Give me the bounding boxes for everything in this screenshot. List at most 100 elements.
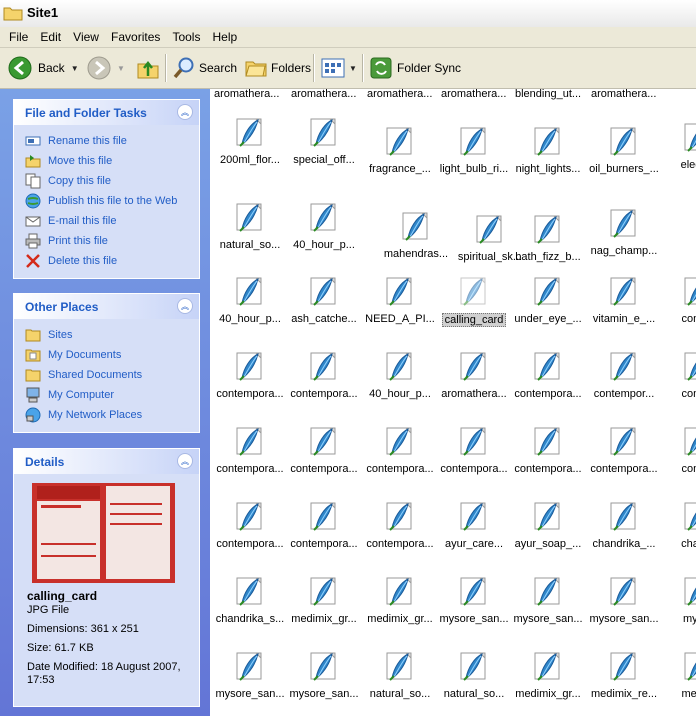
collapse-chevron-icon[interactable]: ︽ bbox=[177, 298, 193, 314]
file-item[interactable]: chandr bbox=[660, 500, 696, 550]
file-item[interactable]: contempora... bbox=[212, 500, 288, 550]
back-button[interactable]: Back ▼ bbox=[8, 48, 79, 88]
file-name-label: contempora... bbox=[216, 463, 284, 475]
file-item[interactable]: mysore_san... bbox=[510, 575, 586, 625]
file-list-view[interactable]: aromathera... aromathera... aromathera... a… bbox=[210, 89, 696, 716]
file-item[interactable]: NEED_A_PI... bbox=[362, 275, 438, 325]
file-item[interactable]: contempora... bbox=[362, 500, 438, 550]
menu-view[interactable]: View bbox=[73, 27, 99, 47]
views-button[interactable]: ▼ bbox=[321, 48, 357, 88]
place-shared-documents-link[interactable]: Shared Documents bbox=[25, 365, 199, 385]
file-item-label[interactable]: aromathera... bbox=[591, 89, 656, 100]
file-item[interactable]: contempora... bbox=[510, 350, 586, 400]
file-item[interactable]: aromathera... bbox=[436, 350, 512, 400]
file-item[interactable]: mysore_san... bbox=[212, 650, 288, 700]
details-file-name: calling_card bbox=[27, 589, 98, 603]
file-item[interactable]: bath_fizz_b... bbox=[510, 213, 586, 263]
up-folder-button[interactable] bbox=[136, 48, 160, 88]
delete-file-link[interactable]: Delete this file bbox=[25, 251, 199, 271]
menu-help[interactable]: Help bbox=[213, 27, 238, 47]
file-item[interactable]: contempora... bbox=[212, 425, 288, 475]
file-item[interactable]: medimix_re... bbox=[586, 650, 662, 700]
file-item[interactable]: light_bulb_ri... bbox=[436, 125, 512, 175]
collapse-chevron-icon[interactable]: ︽ bbox=[177, 453, 193, 469]
file-item-label[interactable]: aromathera... bbox=[441, 89, 506, 100]
file-item-label[interactable]: aromathera... bbox=[291, 89, 356, 100]
file-item[interactable]: under_eye_... bbox=[510, 275, 586, 325]
file-item[interactable]: chandrika_s... bbox=[212, 575, 288, 625]
back-dropdown-icon[interactable]: ▼ bbox=[71, 64, 79, 73]
menu-file[interactable]: File bbox=[9, 27, 28, 47]
forward-dropdown-icon[interactable]: ▼ bbox=[117, 64, 125, 73]
file-item[interactable]: ash_catche... bbox=[286, 275, 362, 325]
file-item[interactable]: contempora... bbox=[212, 350, 288, 400]
details-header[interactable]: Details ︽ bbox=[14, 448, 199, 474]
file-item[interactable]: contempora... bbox=[362, 425, 438, 475]
file-item[interactable]: mysore_san... bbox=[286, 650, 362, 700]
file-item[interactable]: natural_so... bbox=[436, 650, 512, 700]
folder-sync-button[interactable]: Folder Sync bbox=[370, 48, 461, 88]
file-item[interactable]: night_lights... bbox=[510, 125, 586, 175]
file-item[interactable]: contempora... bbox=[586, 425, 662, 475]
file-item[interactable]: chandrika_... bbox=[586, 500, 662, 550]
file-item-label[interactable]: blending_ut... bbox=[515, 89, 581, 100]
jpg-image-file-icon bbox=[684, 352, 696, 381]
file-item[interactable]: vitamin_e_... bbox=[586, 275, 662, 325]
menu-edit[interactable]: Edit bbox=[40, 27, 61, 47]
move-file-link[interactable]: Move this file bbox=[25, 151, 199, 171]
file-item[interactable]: mahendras... bbox=[378, 210, 454, 260]
views-dropdown-icon[interactable]: ▼ bbox=[349, 64, 357, 73]
file-item[interactable]: nag_champ... bbox=[586, 207, 662, 257]
file-item[interactable]: mysore_san... bbox=[436, 575, 512, 625]
file-item[interactable]: contempora... bbox=[286, 500, 362, 550]
file-item[interactable]: contempora... bbox=[436, 425, 512, 475]
file-item[interactable]: 40_hour_p... bbox=[212, 275, 288, 325]
place-sites-link[interactable]: Sites bbox=[25, 325, 199, 345]
file-item[interactable]: conten bbox=[660, 425, 696, 475]
search-button[interactable]: Search bbox=[172, 48, 237, 88]
file-name-label: contempora... bbox=[290, 388, 358, 400]
file-item[interactable]: calling_card bbox=[436, 275, 512, 327]
folders-button[interactable]: Folders bbox=[244, 48, 311, 88]
place-my-computer-link[interactable]: My Computer bbox=[25, 385, 199, 405]
menu-tools[interactable]: Tools bbox=[172, 27, 200, 47]
file-item[interactable]: contempora... bbox=[286, 425, 362, 475]
file-item[interactable]: natural_so... bbox=[212, 201, 288, 251]
file-item[interactable]: fragrance_... bbox=[362, 125, 438, 175]
other-places-header[interactable]: Other Places ︽ bbox=[14, 293, 199, 319]
file-item[interactable]: ayur_soap_... bbox=[510, 500, 586, 550]
file-item[interactable]: contempor... bbox=[586, 350, 662, 400]
file-item[interactable]: medimix_gr... bbox=[510, 650, 586, 700]
file-item[interactable]: medim bbox=[660, 650, 696, 700]
file-item-label[interactable]: aromathera... bbox=[214, 89, 279, 100]
print-file-link[interactable]: Print this file bbox=[25, 231, 199, 251]
file-item[interactable]: 200ml_flor... bbox=[212, 116, 288, 166]
file-item[interactable]: contempora... bbox=[286, 350, 362, 400]
publish-web-link[interactable]: Publish this file to the Web bbox=[25, 191, 199, 211]
file-item[interactable]: mysor bbox=[660, 575, 696, 625]
file-item[interactable]: natural_so... bbox=[362, 650, 438, 700]
file-item[interactable]: contempora... bbox=[510, 425, 586, 475]
file-item[interactable]: 40_hour_p... bbox=[286, 201, 362, 251]
place-my-documents-link[interactable]: My Documents bbox=[25, 345, 199, 365]
file-item[interactable]: medimix_gr... bbox=[362, 575, 438, 625]
toolbar-separator bbox=[362, 54, 363, 82]
file-item[interactable]: 40_hour_p... bbox=[362, 350, 438, 400]
file-item[interactable]: electric bbox=[660, 121, 696, 171]
file-item[interactable]: mysore_san... bbox=[586, 575, 662, 625]
file-item[interactable]: oil_burners_... bbox=[586, 125, 662, 175]
file-folder-tasks-header[interactable]: File and Folder Tasks ︽ bbox=[14, 99, 199, 125]
file-item[interactable]: special_off... bbox=[286, 116, 362, 166]
file-item[interactable]: conten bbox=[660, 350, 696, 400]
menu-favorites[interactable]: Favorites bbox=[111, 27, 160, 47]
rename-file-link[interactable]: Rename this file bbox=[25, 131, 199, 151]
file-item[interactable]: conten bbox=[660, 275, 696, 325]
file-item[interactable]: medimix_gr... bbox=[286, 575, 362, 625]
place-my-network-places-link[interactable]: My Network Places bbox=[25, 405, 199, 425]
file-item-label[interactable]: aromathera... bbox=[367, 89, 432, 100]
email-file-link[interactable]: E-mail this file bbox=[25, 211, 199, 231]
copy-file-link[interactable]: Copy this file bbox=[25, 171, 199, 191]
file-item[interactable]: ayur_care... bbox=[436, 500, 512, 550]
forward-button[interactable]: ▼ bbox=[87, 48, 125, 88]
collapse-chevron-icon[interactable]: ︽ bbox=[177, 104, 193, 120]
